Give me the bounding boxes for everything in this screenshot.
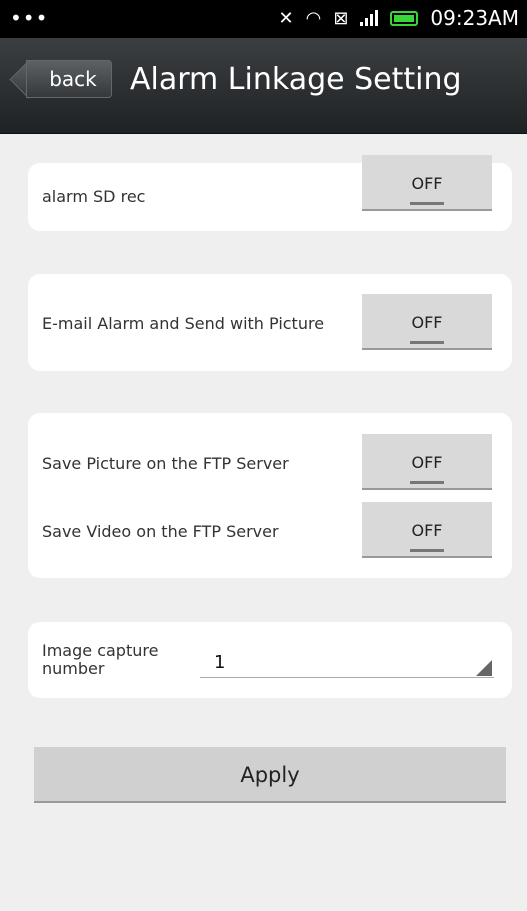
page-title: Alarm Linkage Setting bbox=[130, 62, 462, 97]
capture-number-value: 1 bbox=[214, 652, 226, 673]
email-card: E-mail Alarm and Send with Picture OFF bbox=[28, 274, 512, 371]
email-label: E-mail Alarm and Send with Picture bbox=[42, 314, 325, 333]
battery-icon bbox=[390, 10, 419, 26]
ftp-video-toggle[interactable]: OFF bbox=[362, 502, 492, 558]
ftp-picture-toggle[interactable]: OFF bbox=[362, 434, 492, 490]
apply-button[interactable]: Apply bbox=[34, 747, 506, 803]
sd-rec-label: alarm SD rec bbox=[42, 187, 146, 206]
status-time: 09:23AM bbox=[430, 6, 519, 30]
title-bar: back Alarm Linkage Setting bbox=[0, 38, 527, 134]
mute-icon: ✕ bbox=[278, 7, 294, 29]
capture-number-select[interactable]: 1 bbox=[200, 652, 494, 678]
signal-icon bbox=[360, 10, 379, 26]
ftp-picture-label: Save Picture on the FTP Server bbox=[42, 454, 289, 473]
ftp-card: Save Picture on the FTP Server OFF Save … bbox=[28, 413, 512, 578]
status-bar: ••• ✕ ◠ ⊠ 09:23AM bbox=[0, 0, 527, 38]
ftp-video-label: Save Video on the FTP Server bbox=[42, 522, 279, 541]
dropdown-corner-icon bbox=[476, 660, 492, 676]
sd-rec-toggle[interactable]: OFF bbox=[362, 155, 492, 211]
sd-rec-card: alarm SD rec OFF bbox=[28, 155, 512, 231]
wifi-icon: ◠ bbox=[305, 7, 322, 29]
back-button-area: back bbox=[0, 38, 140, 134]
overflow-dots: ••• bbox=[10, 6, 49, 30]
status-icons: ✕ ◠ ⊠ 09:23AM bbox=[279, 6, 519, 30]
data-icon: ⊠ bbox=[333, 7, 349, 29]
capture-label: Image capture number bbox=[42, 641, 159, 678]
back-button[interactable]: back bbox=[26, 60, 112, 98]
capture-card: Image capture number 1 bbox=[28, 622, 512, 698]
email-toggle[interactable]: OFF bbox=[362, 294, 492, 350]
